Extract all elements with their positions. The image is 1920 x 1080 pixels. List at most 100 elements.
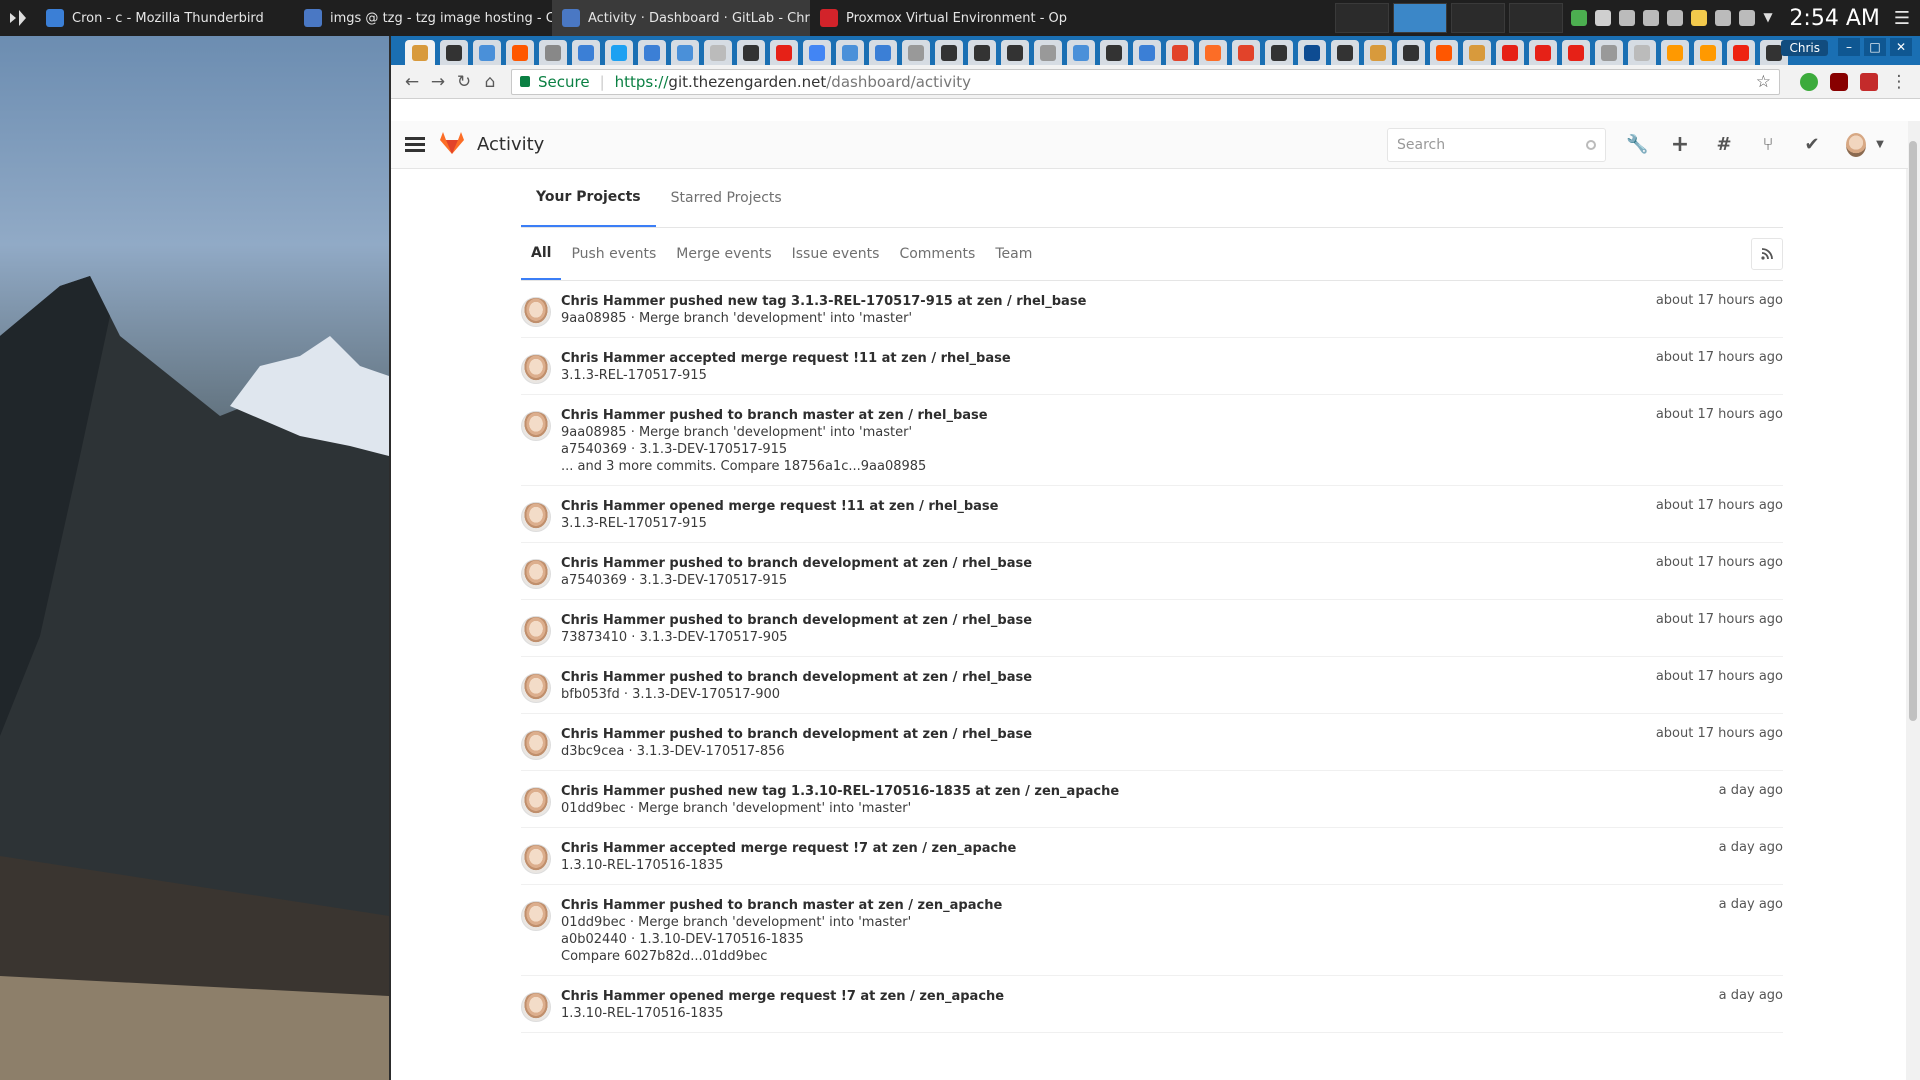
browser-tab[interactable]: [1397, 40, 1425, 65]
event-detail[interactable]: bfb053fd · 3.1.3-DEV-170517-900: [561, 686, 1783, 703]
avatar[interactable]: [521, 502, 551, 532]
workspace-2[interactable]: [1393, 3, 1448, 33]
browser-tab[interactable]: [803, 40, 831, 65]
menu-icon[interactable]: ☰: [1894, 8, 1910, 29]
event-detail[interactable]: a0b02440 · 1.3.10-DEV-170516-1835: [561, 931, 1783, 948]
chevron-down-icon[interactable]: ▼: [1763, 10, 1779, 26]
user-menu[interactable]: ▼: [1846, 132, 1890, 157]
event-detail[interactable]: 01dd9bec · Merge branch 'development' in…: [561, 914, 1783, 931]
browser-tab[interactable]: [671, 40, 699, 65]
browser-tab[interactable]: [1463, 40, 1491, 65]
filter-comments[interactable]: Comments: [889, 228, 985, 280]
event-detail[interactable]: 1.3.10-REL-170516-1835: [561, 857, 1783, 874]
avatar[interactable]: [521, 787, 551, 817]
event-title[interactable]: Chris Hammer accepted merge request !7 a…: [561, 840, 1783, 857]
back-button[interactable]: ←: [399, 69, 425, 95]
event-detail[interactable]: d3bc9cea · 3.1.3-DEV-170517-856: [561, 743, 1783, 760]
browser-tab[interactable]: [836, 40, 864, 65]
clipboard-icon[interactable]: [1715, 10, 1732, 26]
notification-icon[interactable]: [1619, 10, 1636, 26]
event-detail[interactable]: a7540369 · 3.1.3-DEV-170517-915: [561, 572, 1783, 589]
maximize-button[interactable]: □: [1864, 38, 1886, 56]
event-detail[interactable]: Compare 6027b82d...01dd9bec: [561, 948, 1783, 965]
browser-tab[interactable]: [539, 40, 567, 65]
profile-button[interactable]: Chris: [1781, 40, 1828, 56]
avatar[interactable]: [521, 297, 551, 327]
browser-tab[interactable]: [1331, 40, 1359, 65]
browser-tab[interactable]: [935, 40, 963, 65]
rss-feed-button[interactable]: [1751, 238, 1783, 270]
avatar[interactable]: [521, 844, 551, 874]
browser-tab[interactable]: [572, 40, 600, 65]
avatar[interactable]: [521, 673, 551, 703]
browser-tab[interactable]: [1034, 40, 1062, 65]
avatar[interactable]: [521, 354, 551, 384]
weather-icon[interactable]: [1691, 10, 1708, 26]
tab-starred-projects[interactable]: Starred Projects: [656, 169, 797, 227]
secure-indicator[interactable]: Secure: [520, 73, 590, 91]
browser-tab[interactable]: [1562, 40, 1590, 65]
reload-button[interactable]: ↻: [451, 69, 477, 95]
browser-tab[interactable]: [1661, 40, 1689, 65]
filter-merge-events[interactable]: Merge events: [666, 228, 781, 280]
event-detail[interactable]: 01dd9bec · Merge branch 'development' in…: [561, 800, 1783, 817]
minimize-button[interactable]: –: [1838, 38, 1860, 56]
close-button[interactable]: ✕: [1890, 38, 1912, 56]
app-launcher-icon[interactable]: [0, 0, 36, 36]
avatar[interactable]: [521, 992, 551, 1022]
new-item-plus-icon[interactable]: +: [1670, 132, 1690, 157]
vpn-icon[interactable]: [1571, 10, 1588, 26]
browser-tab[interactable]: [638, 40, 666, 65]
event-detail[interactable]: 3.1.3-REL-170517-915: [561, 515, 1783, 532]
browser-tab[interactable]: [1595, 40, 1623, 65]
browser-tab[interactable]: [1100, 40, 1128, 65]
event-title[interactable]: Chris Hammer opened merge request !11 at…: [561, 498, 1783, 515]
browser-tab[interactable]: [605, 40, 633, 65]
avatar[interactable]: [521, 559, 551, 589]
event-detail[interactable]: 9aa08985 · Merge branch 'development' in…: [561, 424, 1783, 441]
browser-tab[interactable]: [968, 40, 996, 65]
browser-tab[interactable]: [473, 40, 501, 65]
browser-tab[interactable]: [1628, 40, 1656, 65]
browser-tab[interactable]: [1133, 40, 1161, 65]
event-title[interactable]: Chris Hammer accepted merge request !11 …: [561, 350, 1783, 367]
tab-your-projects[interactable]: Your Projects: [521, 169, 656, 227]
tab-activity-gitlab[interactable]: [405, 40, 435, 65]
workspace-4[interactable]: [1509, 3, 1564, 33]
browser-menu-icon[interactable]: ⋮: [1886, 69, 1912, 95]
browser-tab[interactable]: [1694, 40, 1722, 65]
event-detail[interactable]: 73873410 · 3.1.3-DEV-170517-905: [561, 629, 1783, 646]
taskbar-task[interactable]: imgs @ tzg - tzg image hosting - C...: [294, 0, 552, 36]
ublock-icon[interactable]: [1830, 72, 1848, 91]
event-title[interactable]: Chris Hammer opened merge request !7 at …: [561, 988, 1783, 1005]
browser-tab[interactable]: [1067, 40, 1095, 65]
event-title[interactable]: Chris Hammer pushed new tag 3.1.3-REL-17…: [561, 293, 1783, 310]
event-title[interactable]: Chris Hammer pushed to branch master at …: [561, 407, 1783, 424]
browser-tab[interactable]: [1001, 40, 1029, 65]
extension-green-icon[interactable]: [1800, 72, 1818, 91]
browser-tab[interactable]: [737, 40, 765, 65]
event-title[interactable]: Chris Hammer pushed to branch developmen…: [561, 726, 1783, 743]
event-detail[interactable]: a7540369 · 3.1.3-DEV-170517-915: [561, 441, 1783, 458]
workspace-3[interactable]: [1451, 3, 1506, 33]
todos-check-icon[interactable]: ✔: [1802, 134, 1822, 155]
extension-calendar-icon[interactable]: [1860, 72, 1878, 91]
event-detail[interactable]: 9aa08985 · Merge branch 'development' in…: [561, 310, 1783, 327]
browser-tab[interactable]: [1529, 40, 1557, 65]
avatar[interactable]: [521, 616, 551, 646]
display-icon[interactable]: [1643, 10, 1660, 26]
browser-tab[interactable]: [1430, 40, 1458, 65]
browser-tab[interactable]: [1727, 40, 1755, 65]
avatar[interactable]: [521, 411, 551, 441]
browser-tab[interactable]: [1166, 40, 1194, 65]
browser-tab[interactable]: [1232, 40, 1260, 65]
browser-tab[interactable]: [869, 40, 897, 65]
event-detail[interactable]: 1.3.10-REL-170516-1835: [561, 1005, 1783, 1022]
workspace-pager[interactable]: [1335, 3, 1564, 33]
taskbar-task[interactable]: Proxmox Virtual Environment - Op...: [810, 0, 1068, 36]
event-title[interactable]: Chris Hammer pushed to branch developmen…: [561, 669, 1783, 686]
filter-issue-events[interactable]: Issue events: [782, 228, 890, 280]
browser-tab[interactable]: [770, 40, 798, 65]
volume-icon[interactable]: [1739, 10, 1756, 26]
taskbar-task[interactable]: Cron - c - Mozilla Thunderbird: [36, 0, 294, 36]
